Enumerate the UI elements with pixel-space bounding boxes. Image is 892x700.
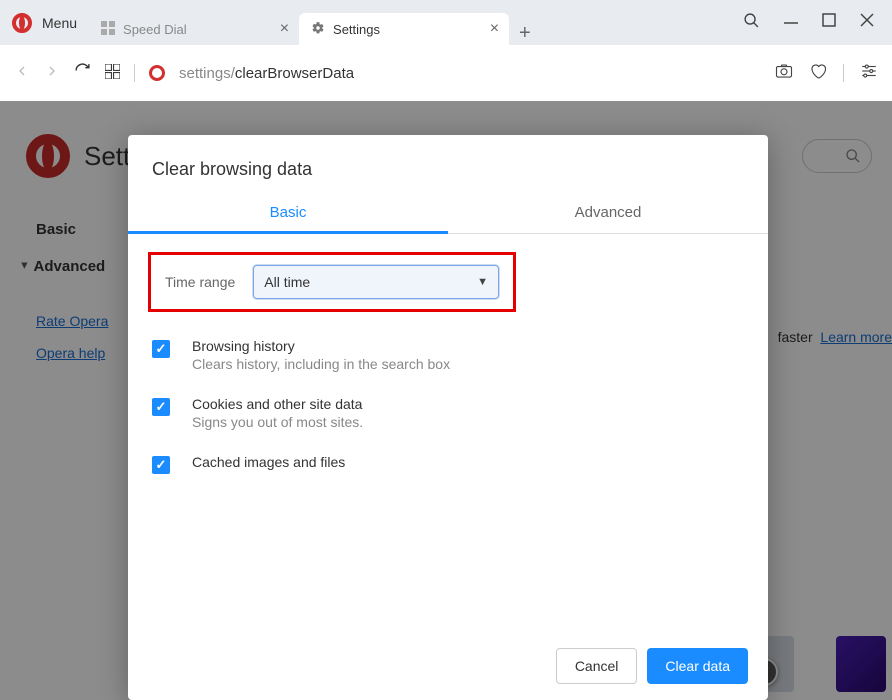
checkbox-checked-icon[interactable]: ✓ bbox=[152, 398, 170, 416]
opera-logo-icon bbox=[149, 65, 165, 81]
menu-button[interactable]: Menu bbox=[42, 15, 77, 31]
time-range-select[interactable]: All time ▼ bbox=[253, 265, 499, 299]
separator bbox=[134, 64, 135, 82]
tab-speed-dial[interactable]: Speed Dial × bbox=[89, 13, 299, 45]
reload-button[interactable] bbox=[74, 62, 91, 84]
option-subtitle: Signs you out of most sites. bbox=[192, 414, 363, 430]
close-icon[interactable]: × bbox=[490, 20, 499, 38]
checkbox-checked-icon[interactable]: ✓ bbox=[152, 340, 170, 358]
option-subtitle: Clears history, including in the search … bbox=[192, 356, 450, 372]
time-range-value: All time bbox=[264, 274, 310, 290]
option-title: Browsing history bbox=[192, 338, 450, 354]
close-window-icon[interactable] bbox=[860, 13, 874, 32]
option-cache[interactable]: ✓ Cached images and files bbox=[152, 446, 744, 490]
clear-data-button[interactable]: Clear data bbox=[647, 648, 748, 684]
minimize-icon[interactable] bbox=[784, 13, 798, 32]
maximize-icon[interactable] bbox=[822, 13, 836, 32]
tab-settings[interactable]: Settings × bbox=[299, 13, 509, 45]
search-icon[interactable] bbox=[743, 12, 760, 34]
checkbox-checked-icon[interactable]: ✓ bbox=[152, 456, 170, 474]
time-range-row: Time range All time ▼ bbox=[148, 252, 516, 312]
tab-basic[interactable]: Basic bbox=[128, 194, 448, 234]
option-title: Cookies and other site data bbox=[192, 396, 363, 412]
speed-dial-icon bbox=[101, 21, 115, 38]
forward-button[interactable] bbox=[44, 63, 60, 84]
opera-logo-icon bbox=[12, 13, 32, 33]
tab-strip: Speed Dial × Settings × + bbox=[89, 0, 541, 45]
heart-icon[interactable] bbox=[809, 62, 827, 85]
address-bar: settings/clearBrowserData bbox=[0, 45, 892, 101]
dialog-title: Clear browsing data bbox=[128, 135, 768, 194]
option-browsing-history[interactable]: ✓ Browsing history Clears history, inclu… bbox=[152, 330, 744, 388]
chevron-down-icon: ▼ bbox=[477, 276, 488, 288]
speed-dial-icon[interactable] bbox=[105, 63, 120, 84]
easy-setup-icon[interactable] bbox=[860, 62, 878, 85]
title-bar: Menu Speed Dial × Settings × + bbox=[0, 0, 892, 45]
time-range-label: Time range bbox=[165, 274, 235, 290]
snapshot-icon[interactable] bbox=[775, 62, 793, 85]
option-title: Cached images and files bbox=[192, 454, 345, 470]
back-button[interactable] bbox=[14, 63, 30, 84]
tab-advanced[interactable]: Advanced bbox=[448, 194, 768, 233]
window-controls bbox=[743, 0, 892, 45]
gear-icon bbox=[311, 21, 325, 38]
cancel-button[interactable]: Cancel bbox=[556, 648, 638, 684]
separator bbox=[843, 64, 844, 82]
clear-browsing-data-dialog: Clear browsing data Basic Advanced Time … bbox=[128, 135, 768, 700]
dialog-tabs: Basic Advanced bbox=[128, 194, 768, 234]
new-tab-button[interactable]: + bbox=[509, 22, 541, 45]
option-cookies[interactable]: ✓ Cookies and other site data Signs you … bbox=[152, 388, 744, 446]
tab-label: Settings bbox=[333, 22, 380, 37]
tab-label: Speed Dial bbox=[123, 22, 187, 37]
close-icon[interactable]: × bbox=[280, 20, 289, 38]
url-display[interactable]: settings/clearBrowserData bbox=[179, 65, 354, 82]
